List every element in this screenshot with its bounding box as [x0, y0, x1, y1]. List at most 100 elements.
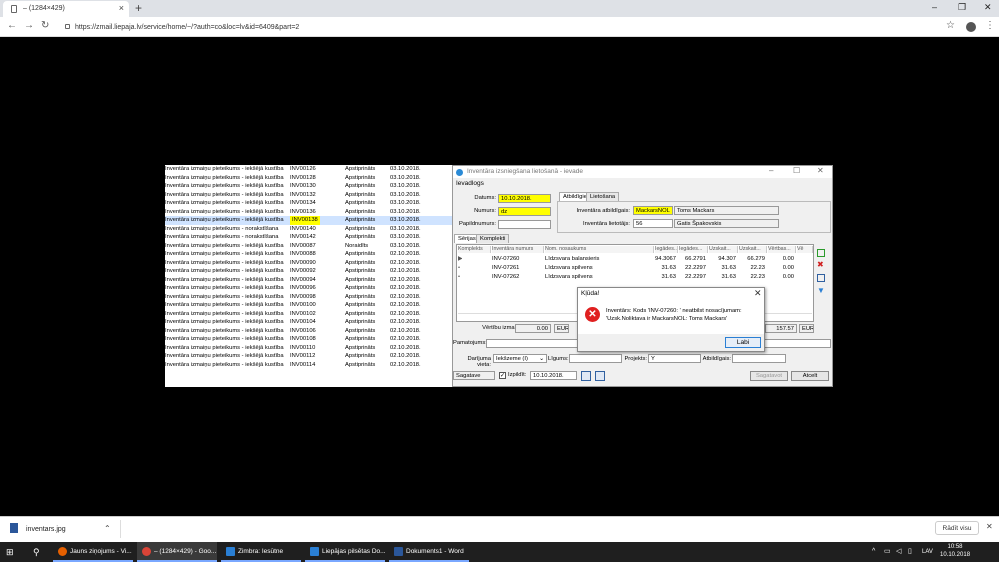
grid-header[interactable]: Uzskait...: [739, 246, 767, 253]
row-marker-icon[interactable]: ▶: [458, 255, 462, 264]
network-icon[interactable]: ▭: [884, 542, 891, 562]
account-icon[interactable]: [966, 22, 976, 32]
sagatavot-button[interactable]: Sagatavot: [750, 371, 788, 381]
close-tab-icon[interactable]: ×: [119, 3, 124, 13]
numurs-field[interactable]: dz: [498, 207, 551, 216]
row-marker-icon[interactable]: •: [458, 264, 460, 273]
grid-cell[interactable]: 31.63: [709, 273, 738, 282]
list-item[interactable]: Inventāra izmaiņu pieteikums - norakstīš…: [165, 233, 452, 242]
grid-header[interactable]: Vē: [797, 246, 813, 253]
list-item[interactable]: Inventāra izmaiņu pieteikums - iekšējā k…: [165, 250, 452, 259]
grid-cell[interactable]: 94.3067: [655, 255, 678, 264]
list-item[interactable]: Inventāra izmaiņu pieteikums - iekšējā k…: [165, 293, 452, 302]
notification-icon[interactable]: ▯: [908, 542, 912, 562]
list-item[interactable]: Inventāra izmaiņu pieteikums - iekšējā k…: [165, 335, 452, 344]
grid-cell[interactable]: 0.00: [768, 264, 796, 273]
grid-header[interactable]: Inventāra numurs: [492, 246, 544, 253]
grid-header[interactable]: Uzskait...: [709, 246, 738, 253]
list-item[interactable]: Inventāra izmaiņu pieteikums - iekšējā k…: [165, 174, 452, 183]
status-select[interactable]: Sagatave: [453, 371, 495, 380]
error-close-icon[interactable]: ✕: [754, 288, 762, 299]
grid-cell[interactable]: Līdzsvara spilvens: [545, 273, 654, 282]
izpildit-checkbox[interactable]: ✓: [499, 372, 506, 379]
taskbar-item-zimbra[interactable]: Zimbra: Iesūtne: [221, 542, 301, 562]
dialog-close-icon[interactable]: ✕: [817, 166, 824, 175]
row-marker-icon[interactable]: •: [458, 273, 460, 282]
grid-cell[interactable]: INV-07260: [492, 255, 544, 264]
list-item[interactable]: Inventāra izmaiņu pieteikums - iekšējā k…: [165, 344, 452, 353]
list-item[interactable]: Inventāra izmaiņu pieteikums - iekšējā k…: [165, 216, 452, 225]
list-item[interactable]: Inventāra izmaiņu pieteikums - iekšējā k…: [165, 259, 452, 268]
add-row-icon[interactable]: [817, 249, 825, 257]
grid-cell[interactable]: 22.23: [739, 264, 767, 273]
download-filename[interactable]: inventars.jpg: [26, 526, 66, 533]
grid-cell[interactable]: 22.2297: [679, 264, 708, 273]
taskbar-item-liepaja[interactable]: Liepājas pilsētas Do...: [305, 542, 386, 562]
ligums-field[interactable]: [569, 354, 622, 363]
grid-cell[interactable]: INV-07262: [492, 273, 544, 282]
grid-cell[interactable]: 22.23: [739, 273, 767, 282]
search-icon[interactable]: ⚲: [33, 542, 40, 562]
list-item[interactable]: Inventāra izmaiņu pieteikums - iekšējā k…: [165, 284, 452, 293]
darijuma-select[interactable]: Iekšzeme (I) ⌄: [493, 354, 547, 363]
new-tab-button[interactable]: +: [135, 1, 142, 15]
windows-start-icon[interactable]: ⊞: [6, 542, 14, 562]
grid-cell[interactable]: 31.63: [655, 264, 678, 273]
close-window-icon[interactable]: ✕: [984, 2, 992, 13]
grid-cell[interactable]: 94.307: [709, 255, 738, 264]
list-item[interactable]: Inventāra izmaiņu pieteikums - iekšējā k…: [165, 165, 452, 174]
projekts-field[interactable]: Y: [648, 354, 701, 363]
izpildit-date-field[interactable]: 10.10.2018.: [530, 371, 577, 380]
taskbar-item-firefox[interactable]: Jauns ziņojums - Vi...: [53, 542, 133, 562]
maximize-icon[interactable]: ❐: [958, 2, 966, 13]
list-item[interactable]: Inventāra izmaiņu pieteikums - iekšējā k…: [165, 318, 452, 327]
list-item[interactable]: Inventāra izmaiņu pieteikums - iekšējā k…: [165, 242, 452, 251]
lietotajs-code-field[interactable]: 56: [633, 219, 673, 228]
language-indicator[interactable]: LAV: [922, 549, 933, 555]
grid-header[interactable]: Iegādes...: [655, 246, 678, 253]
taskbar-item-chrome[interactable]: – (1284×429) - Goo...: [137, 542, 217, 562]
filter-icon[interactable]: ▼: [817, 287, 825, 295]
tray-chevron-icon[interactable]: ^: [872, 542, 875, 562]
grid-header[interactable]: Komplekts: [458, 246, 491, 253]
list-item[interactable]: Inventāra izmaiņu pieteikums - iekšējā k…: [165, 191, 452, 200]
list-item[interactable]: Inventāra izmaiņu pieteikums - iekšējā k…: [165, 361, 452, 370]
grid-cell[interactable]: 66.279: [739, 255, 767, 264]
clock[interactable]: 10:58 10.10.2018: [940, 543, 970, 559]
grid-cell[interactable]: INV-07261: [492, 264, 544, 273]
forward-icon[interactable]: →: [24, 20, 34, 31]
grid-cell[interactable]: 0.00: [768, 273, 796, 282]
list-item[interactable]: Inventāra izmaiņu pieteikums - iekšējā k…: [165, 276, 452, 285]
grid-cell[interactable]: Līdzsvara spilvens: [545, 264, 654, 273]
taskbar-item-word[interactable]: Dokuments1 - Word: [389, 542, 469, 562]
calendar-icon[interactable]: [581, 371, 591, 381]
atcelt-button[interactable]: Atcelt: [791, 371, 829, 381]
datums-field[interactable]: 10.10.2018.: [498, 194, 551, 203]
grid-header[interactable]: Vērtbas...: [768, 246, 796, 253]
list-item[interactable]: Inventāra izmaiņu pieteikums - iekšējā k…: [165, 208, 452, 217]
print-icon[interactable]: [595, 371, 605, 381]
ok-button[interactable]: Labi: [725, 337, 761, 348]
list-item[interactable]: Inventāra izmaiņu pieteikums - iekšējā k…: [165, 352, 452, 361]
bookmark-star-icon[interactable]: ☆: [946, 20, 955, 31]
grid-cell[interactable]: 31.63: [655, 273, 678, 282]
reload-icon[interactable]: ↻: [41, 20, 49, 31]
grid-header[interactable]: Nom. nosaukums: [545, 246, 654, 253]
list-item[interactable]: Inventāra izmaiņu pieteikums - iekšējā k…: [165, 199, 452, 208]
atbildigais-code-field[interactable]: MackarsNOL: [633, 206, 673, 215]
list-item[interactable]: Inventāra izmaiņu pieteikums - iekšējā k…: [165, 327, 452, 336]
tab-lietosana[interactable]: Lietošana: [586, 192, 620, 201]
list-item[interactable]: Inventāra izmaiņu pieteikums - iekšējā k…: [165, 182, 452, 191]
grid-header[interactable]: Iegādes...: [679, 246, 708, 253]
browser-tab[interactable]: – (1284×429) ×: [3, 1, 129, 17]
list-item[interactable]: Inventāra izmaiņu pieteikums - iekšējā k…: [165, 301, 452, 310]
volume-icon[interactable]: ◁: [896, 542, 901, 562]
save-grid-icon[interactable]: [817, 274, 825, 282]
close-download-bar-icon[interactable]: ✕: [986, 522, 993, 531]
back-icon[interactable]: ←: [7, 20, 17, 31]
delete-row-icon[interactable]: ✖: [817, 261, 824, 269]
minimize-icon[interactable]: –: [932, 2, 937, 12]
grid-cell[interactable]: 66.2791: [679, 255, 708, 264]
show-all-button[interactable]: Rādīt visu: [935, 521, 979, 535]
url-field[interactable]: https://zmail.liepaja.lv/service/home/~/…: [60, 20, 960, 35]
